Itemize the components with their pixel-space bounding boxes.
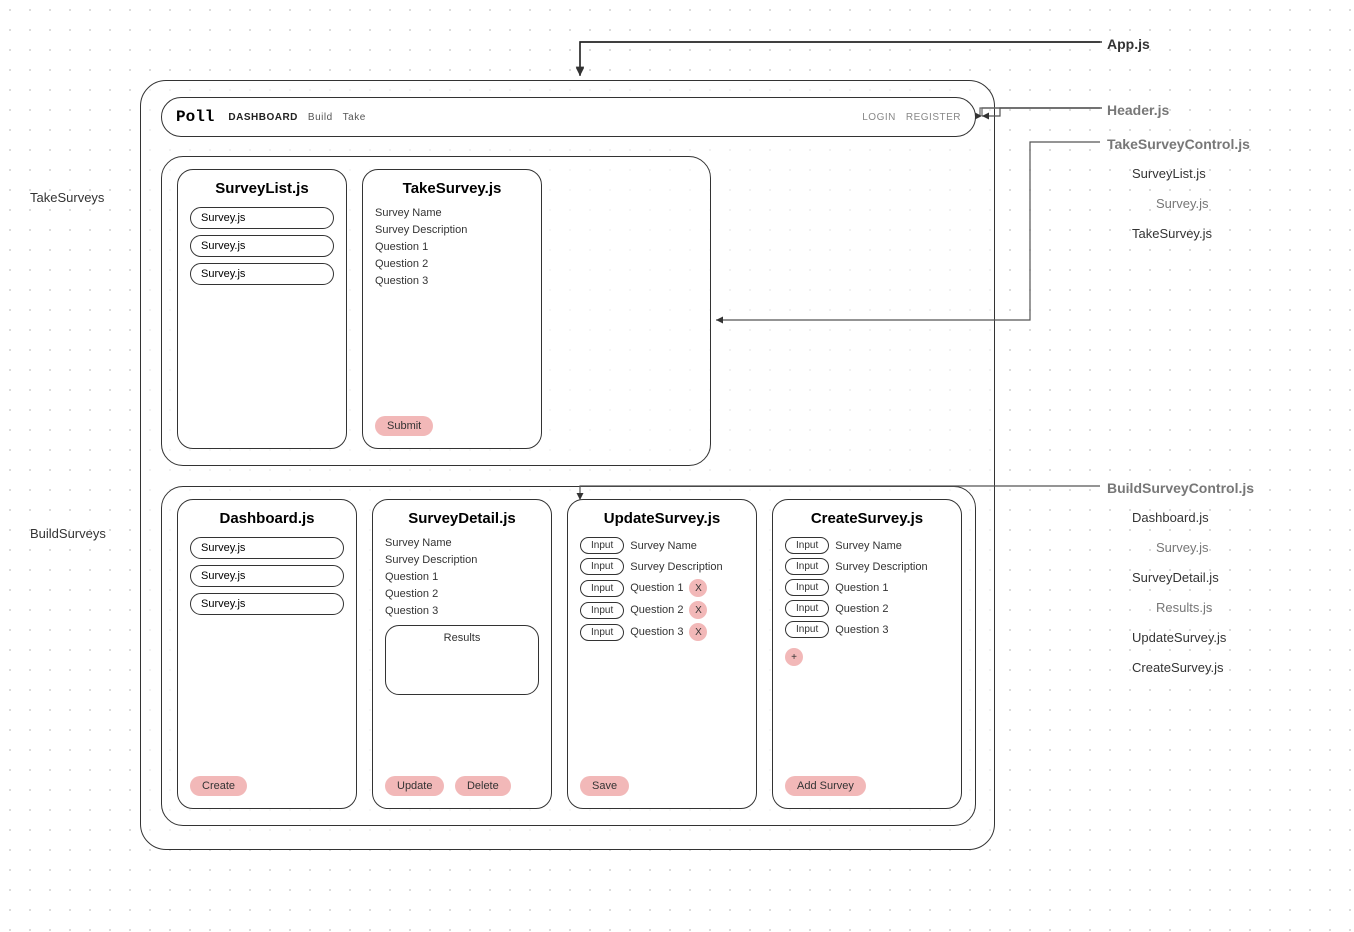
survey-item[interactable]: Survey.js — [190, 565, 344, 587]
nav-login[interactable]: LOGIN — [862, 112, 896, 123]
remove-icon[interactable]: X — [689, 601, 707, 619]
buildsurveys-group: Dashboard.js Survey.js Survey.js Survey.… — [161, 486, 976, 826]
surveylist-title: SurveyList.js — [190, 180, 334, 197]
label-takesurvey: TakeSurvey.js — [1132, 226, 1212, 241]
create-button[interactable]: Create — [190, 776, 247, 796]
dashboard-card: Dashboard.js Survey.js Survey.js Survey.… — [177, 499, 357, 809]
nav-build[interactable]: Build — [308, 112, 333, 123]
label-buildsurveys: BuildSurveys — [30, 526, 106, 541]
label-app: App.js — [1107, 36, 1150, 52]
createsurvey-title: CreateSurvey.js — [785, 510, 949, 527]
delete-button[interactable]: Delete — [455, 776, 511, 796]
takesurvey-title: TakeSurvey.js — [375, 180, 529, 197]
survey-item[interactable]: Survey.js — [190, 593, 344, 615]
label-survey1: Survey.js — [1156, 196, 1209, 211]
survey-item[interactable]: Survey.js — [190, 263, 334, 285]
nav-register[interactable]: REGISTER — [906, 112, 961, 123]
update-button[interactable]: Update — [385, 776, 444, 796]
save-button[interactable]: Save — [580, 776, 629, 796]
field-name: Survey Name — [630, 540, 697, 552]
input-pill[interactable]: Input — [580, 580, 624, 597]
label-results: Results.js — [1156, 600, 1212, 615]
updatesurvey-card: UpdateSurvey.js Input Survey Name Input Su… — [567, 499, 757, 809]
label-buildcontrol: BuildSurveyControl.js — [1107, 480, 1254, 496]
add-survey-button[interactable]: Add Survey — [785, 776, 866, 796]
surveydetail-title: SurveyDetail.js — [385, 510, 539, 527]
label-surveydetail: SurveyDetail.js — [1132, 570, 1219, 585]
field-desc: Survey Description — [835, 561, 927, 573]
label-dashboard: Dashboard.js — [1132, 510, 1209, 525]
field-name: Survey Name — [835, 540, 902, 552]
submit-button[interactable]: Submit — [375, 416, 433, 436]
field-q2: Question 2 — [385, 588, 539, 600]
input-pill[interactable]: Input — [785, 600, 829, 617]
input-pill[interactable]: Input — [580, 624, 624, 641]
input-pill[interactable]: Input — [785, 579, 829, 596]
label-header: Header.js — [1107, 102, 1169, 118]
field-q3: Question 3 — [835, 624, 888, 636]
input-pill[interactable]: Input — [785, 621, 829, 638]
nav-dashboard[interactable]: DASHBOARD — [228, 112, 298, 123]
dashboard-title: Dashboard.js — [190, 510, 344, 527]
input-pill[interactable]: Input — [580, 602, 624, 619]
surveylist-card: SurveyList.js Survey.js Survey.js Survey… — [177, 169, 347, 449]
results-label: Results — [444, 632, 481, 644]
add-question-icon[interactable]: + — [785, 648, 803, 666]
field-desc: Survey Description — [385, 554, 539, 566]
field-q2: Question 2 — [375, 258, 529, 270]
input-pill[interactable]: Input — [580, 558, 624, 575]
results-box: Results — [385, 625, 539, 695]
field-q3: Question 3 — [630, 626, 683, 638]
label-survey2: Survey.js — [1156, 540, 1209, 555]
app-container: Poll DASHBOARD Build Take LOGIN REGISTER… — [140, 80, 995, 850]
field-q1: Question 1 — [375, 241, 529, 253]
input-pill[interactable]: Input — [580, 537, 624, 554]
header-component: Poll DASHBOARD Build Take LOGIN REGISTER — [161, 97, 976, 137]
input-pill[interactable]: Input — [785, 558, 829, 575]
takesurveys-group: SurveyList.js Survey.js Survey.js Survey… — [161, 156, 711, 466]
input-pill[interactable]: Input — [785, 537, 829, 554]
label-takesurveys: TakeSurveys — [30, 190, 104, 205]
field-name: Survey Name — [385, 537, 539, 549]
field-q1: Question 1 — [385, 571, 539, 583]
nav-take[interactable]: Take — [343, 112, 366, 123]
field-q3: Question 3 — [385, 605, 539, 617]
field-q1: Question 1 — [630, 582, 683, 594]
survey-item[interactable]: Survey.js — [190, 235, 334, 257]
label-surveylist: SurveyList.js — [1132, 166, 1206, 181]
surveydetail-card: SurveyDetail.js Survey Name Survey Descr… — [372, 499, 552, 809]
createsurvey-card: CreateSurvey.js Input Survey Name Input Su… — [772, 499, 962, 809]
brand-logo: Poll — [176, 108, 214, 126]
remove-icon[interactable]: X — [689, 579, 707, 597]
survey-item[interactable]: Survey.js — [190, 207, 334, 229]
field-q3: Question 3 — [375, 275, 529, 287]
label-takecontrol: TakeSurveyControl.js — [1107, 136, 1250, 152]
field-q2: Question 2 — [835, 603, 888, 615]
field-q1: Question 1 — [835, 582, 888, 594]
takesurvey-card: TakeSurvey.js Survey Name Survey Descrip… — [362, 169, 542, 449]
field-q2: Question 2 — [630, 604, 683, 616]
field-name: Survey Name — [375, 207, 529, 219]
remove-icon[interactable]: X — [689, 623, 707, 641]
label-createsurvey: CreateSurvey.js — [1132, 660, 1224, 675]
updatesurvey-title: UpdateSurvey.js — [580, 510, 744, 527]
field-desc: Survey Description — [630, 561, 722, 573]
survey-item[interactable]: Survey.js — [190, 537, 344, 559]
field-desc: Survey Description — [375, 224, 529, 236]
label-updatesurvey: UpdateSurvey.js — [1132, 630, 1226, 645]
